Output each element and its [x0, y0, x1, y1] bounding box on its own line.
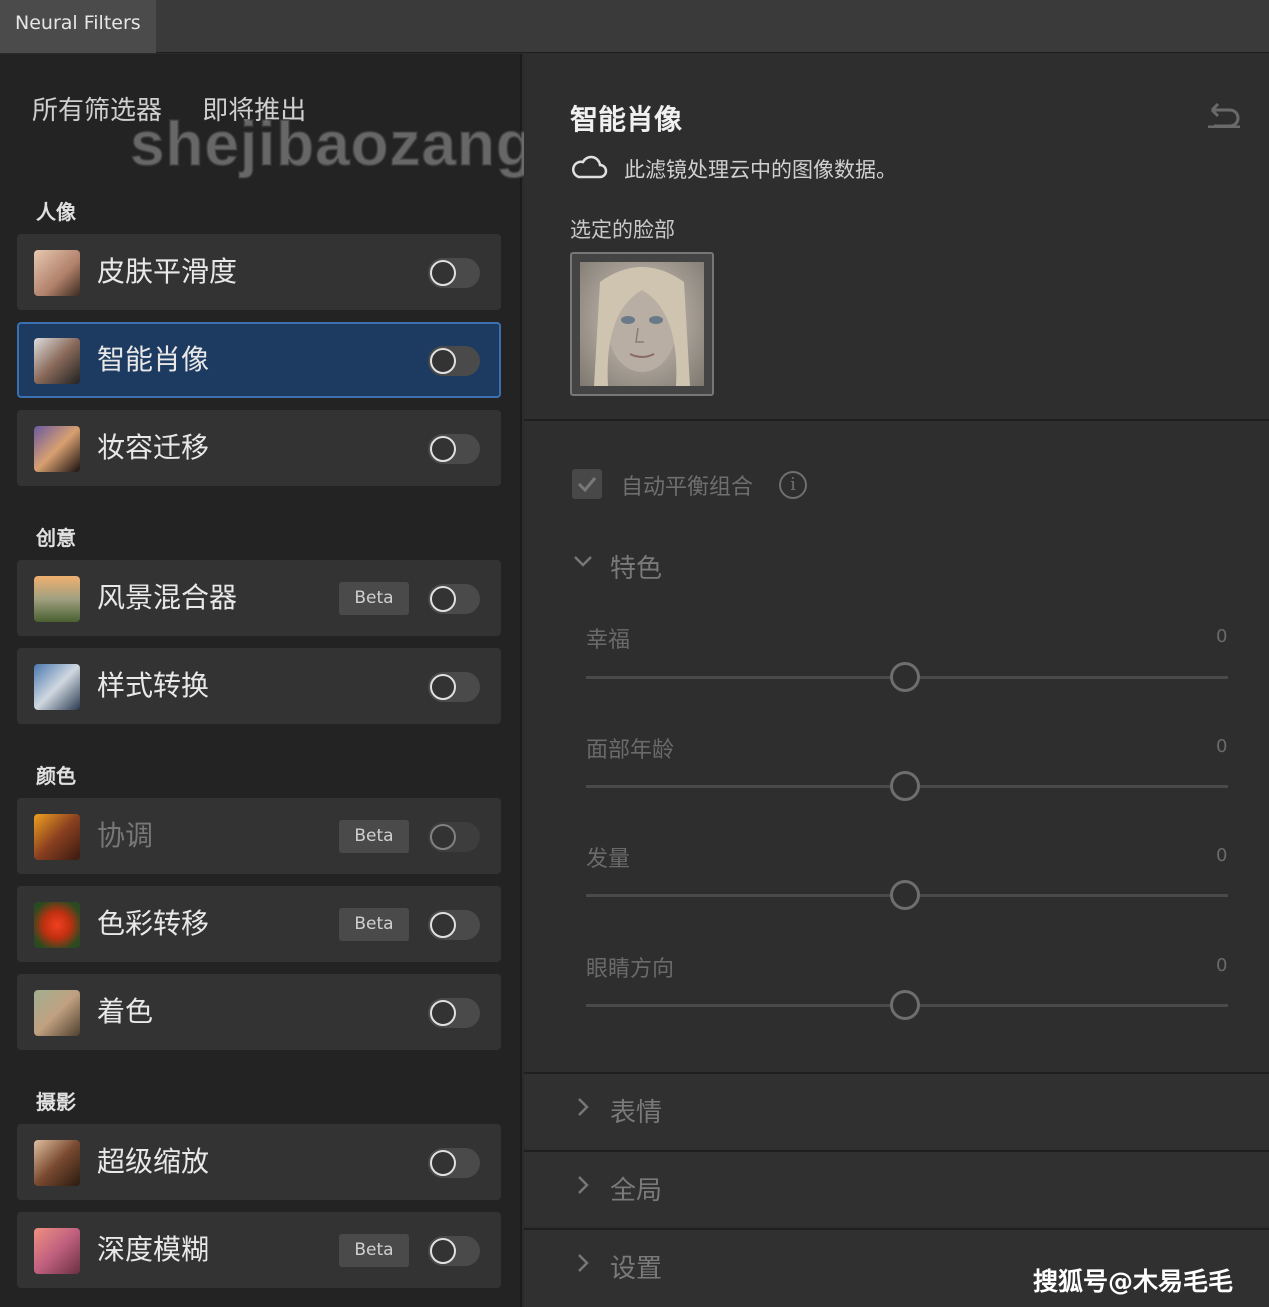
- filter-list-panel: 所有筛选器 即将推出 shejibaozang.com 人像 皮肤平滑度 智能肖…: [0, 54, 683, 1307]
- section-global[interactable]: 全局: [524, 1150, 1269, 1226]
- section-divider: [524, 419, 1269, 421]
- category-creative: 创意: [36, 526, 76, 550]
- filter-row-colorize[interactable]: 着色: [17, 974, 501, 1050]
- filter-toggle[interactable]: [428, 584, 480, 614]
- filter-row-super-zoom[interactable]: 超级缩放: [17, 1124, 501, 1200]
- filter-row-landscape-mixer[interactable]: 风景混合器 Beta: [17, 560, 501, 636]
- selected-face-thumbnail[interactable]: [570, 252, 714, 396]
- reset-icon[interactable]: [1204, 98, 1244, 128]
- filter-label: 风景混合器: [97, 581, 238, 614]
- filter-label: 深度模糊: [97, 1233, 210, 1266]
- chevron-right-icon: [572, 1096, 594, 1124]
- cloud-icon: [572, 155, 608, 179]
- filter-toggle[interactable]: [428, 822, 480, 852]
- tab-neural-filters[interactable]: Neural Filters: [0, 0, 156, 53]
- filter-label: 色彩转移: [97, 907, 210, 940]
- slider-label-eye-direction: 眼睛方向: [586, 957, 675, 982]
- filter-toggle[interactable]: [428, 258, 480, 288]
- auto-balance-label: 自动平衡组合: [621, 475, 754, 500]
- skin-thumbnail: [34, 250, 80, 296]
- slider-thumb-happiness[interactable]: [890, 662, 920, 692]
- filter-row-color-transfer[interactable]: 色彩转移 Beta: [17, 886, 501, 962]
- filter-toggle[interactable]: [428, 998, 480, 1028]
- filter-label: 皮肤平滑度: [97, 255, 238, 288]
- filter-row-makeup-transfer[interactable]: 妆容迁移: [17, 410, 501, 486]
- filter-label: 智能肖像: [97, 343, 210, 376]
- portrait-thumbnail: [34, 338, 80, 384]
- filter-row-skin-smoothing[interactable]: 皮肤平滑度: [17, 234, 501, 310]
- section-title: 表情: [610, 1098, 663, 1128]
- filter-label: 超级缩放: [97, 1145, 210, 1178]
- beta-badge: Beta: [339, 820, 409, 853]
- filter-toggle[interactable]: [428, 346, 480, 376]
- filter-row-smart-portrait[interactable]: 智能肖像: [17, 322, 501, 398]
- filter-label: 着色: [97, 995, 154, 1028]
- chevron-right-icon: [572, 1174, 594, 1202]
- filter-row-harmonization[interactable]: 协调 Beta: [17, 798, 501, 874]
- chevron-down-icon[interactable]: [572, 550, 594, 572]
- slider-value-eye-direction: 0: [1216, 955, 1228, 976]
- filter-row-depth-blur[interactable]: 深度模糊 Beta: [17, 1212, 501, 1288]
- category-portraits: 人像: [36, 200, 76, 224]
- cloud-notice: 此滤镜处理云中的图像数据。: [624, 158, 897, 182]
- section-featured-title[interactable]: 特色: [610, 548, 662, 585]
- panel-title: 智能肖像: [570, 103, 683, 136]
- slider-value-facial-age: 0: [1216, 736, 1228, 757]
- category-color: 颜色: [36, 764, 76, 788]
- slider-label-happiness: 幸福: [586, 628, 631, 653]
- filter-toggle[interactable]: [428, 434, 480, 464]
- info-icon[interactable]: i: [779, 471, 807, 499]
- beta-badge: Beta: [339, 1234, 409, 1267]
- filter-label: 样式转换: [97, 669, 210, 702]
- source-credit: 搜狐号@木易毛毛: [1033, 1267, 1234, 1296]
- selected-face-label: 选定的脸部: [570, 218, 675, 242]
- makeup-thumbnail: [34, 426, 80, 472]
- filter-toggle[interactable]: [428, 1236, 480, 1266]
- category-photography: 摄影: [36, 1090, 76, 1114]
- slider-label-hair-thickness: 发量: [586, 847, 631, 872]
- filter-settings-panel: 智能肖像 此滤镜处理云中的图像数据。 选定的脸部 自动平衡组合 i 特色 幸福 …: [524, 54, 1269, 1307]
- section-expression[interactable]: 表情: [524, 1072, 1269, 1148]
- auto-balance-checkbox[interactable]: [572, 469, 602, 499]
- filter-label: 协调: [97, 819, 154, 852]
- face-image: [580, 262, 704, 386]
- slider-thumb-facial-age[interactable]: [890, 771, 920, 801]
- slider-thumb-eye-direction[interactable]: [890, 990, 920, 1020]
- slider-thumb-hair-thickness[interactable]: [890, 880, 920, 910]
- slider-label-facial-age: 面部年龄: [586, 738, 675, 763]
- slider-value-happiness: 0: [1216, 626, 1228, 647]
- chevron-right-icon: [572, 1252, 594, 1280]
- filter-toggle[interactable]: [428, 672, 480, 702]
- section-title: 全局: [610, 1176, 663, 1206]
- beta-badge: Beta: [339, 908, 409, 941]
- slider-value-hair-thickness: 0: [1216, 845, 1228, 866]
- filter-toggle[interactable]: [428, 1148, 480, 1178]
- super-zoom-thumbnail: [34, 1140, 80, 1186]
- color-transfer-thumbnail: [34, 902, 80, 948]
- filter-row-style-transfer[interactable]: 样式转换: [17, 648, 501, 724]
- tab-bar: Neural Filters: [0, 0, 1269, 53]
- section-title: 设置: [610, 1254, 663, 1284]
- landscape-thumbnail: [34, 576, 80, 622]
- filter-label: 妆容迁移: [97, 431, 210, 464]
- depth-blur-thumbnail: [34, 1228, 80, 1274]
- harmonization-thumbnail: [34, 814, 80, 860]
- filter-toggle[interactable]: [428, 910, 480, 940]
- beta-badge: Beta: [339, 582, 409, 615]
- colorize-thumbnail: [34, 990, 80, 1036]
- style-thumbnail: [34, 664, 80, 710]
